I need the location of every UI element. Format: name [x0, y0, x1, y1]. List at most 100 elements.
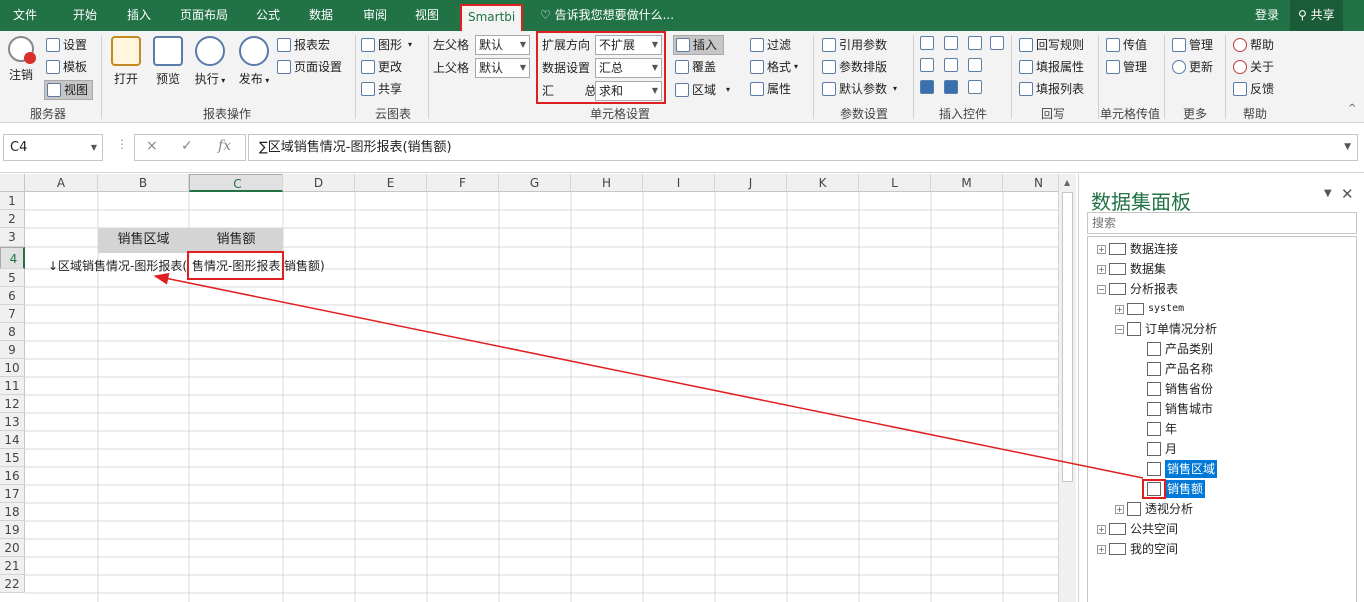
expand-icon[interactable]: + [1097, 524, 1106, 534]
tree-item-my-space[interactable]: + 我的空间 [1097, 540, 1178, 558]
manage-icon [1172, 38, 1186, 52]
cell-c4[interactable]: 售情况-图形报表 [189, 257, 283, 279]
pass-manage-label: 管理 [1123, 60, 1148, 74]
tree-item-field[interactable]: 产品名称 [1147, 360, 1213, 378]
tree-item-field[interactable]: 销售城市 [1147, 400, 1213, 418]
tree-label: 销售额 [1165, 480, 1206, 498]
cell-b4[interactable]: ↓区域销售情况-图形报表( [48, 257, 187, 275]
tree-label: 月 [1165, 442, 1178, 456]
question-icon [1233, 38, 1247, 52]
feedback-label: 反馈 [1250, 82, 1275, 96]
collapse-icon[interactable]: − [1115, 324, 1124, 334]
folder-icon [1109, 243, 1126, 255]
folder-icon [1109, 263, 1126, 275]
panel-menu-icon[interactable]: ▼ [1324, 188, 1332, 199]
grid-lines [25, 192, 1076, 602]
pass-value-button[interactable]: 传值 [1106, 36, 1147, 54]
expand-icon[interactable]: + [1097, 264, 1106, 274]
share-label: 共享 [1310, 8, 1335, 22]
pass-manage-button[interactable]: 管理 [1106, 58, 1147, 76]
tree-label: 透视分析 [1145, 502, 1194, 516]
expand-icon[interactable]: + [1097, 544, 1106, 554]
cell-c3[interactable]: 销售额 [189, 231, 283, 249]
group-divider [1225, 35, 1226, 119]
folder-icon [1109, 523, 1126, 535]
folder-open-icon [1109, 283, 1126, 295]
manage-grid-icon [1106, 60, 1120, 74]
tree-item-public-space[interactable]: + 公共空间 [1097, 520, 1178, 538]
group-label-help: 帮助 [1243, 107, 1268, 121]
tree-item-field-selected[interactable]: 销售区域 [1147, 460, 1218, 478]
folder-icon [1127, 303, 1144, 315]
expand-icon[interactable]: + [1097, 244, 1106, 254]
group-divider [1164, 35, 1165, 119]
tree-item-field-selected[interactable]: 销售额 [1147, 480, 1206, 498]
tree-label: 产品类别 [1165, 342, 1214, 356]
share-button[interactable]: ⚲ 共享 [1290, 0, 1343, 31]
about-button[interactable]: 关于 [1233, 58, 1274, 76]
report-icon [1127, 322, 1141, 336]
report-icon [1127, 502, 1141, 516]
tree-item-field[interactable]: 月 [1147, 440, 1177, 458]
help-button[interactable]: 帮助 [1233, 36, 1274, 54]
field-icon [1147, 462, 1161, 476]
tree-item-dataset[interactable]: + 数据集 [1097, 260, 1166, 278]
update-label: 更新 [1189, 60, 1214, 74]
tree-label: 产品名称 [1165, 362, 1214, 376]
tree-label: 销售区域 [1165, 460, 1218, 478]
tree-label: 分析报表 [1130, 282, 1179, 296]
pass-value-label: 传值 [1123, 38, 1148, 52]
panel-search-input[interactable] [1087, 212, 1357, 234]
dataset-panel: 数据集面板 ▼ ✕ + 数据连接 + 数据集 − 分析报表 + system − 订单情况… [1078, 174, 1364, 602]
tree-label: 年 [1165, 422, 1178, 436]
panel-title: 数据集面板 [1091, 190, 1191, 214]
field-icon [1147, 482, 1161, 496]
about-label: 关于 [1250, 60, 1275, 74]
tree-item-field[interactable]: 年 [1147, 420, 1177, 438]
tree-item-order-analysis[interactable]: − 订单情况分析 [1115, 320, 1217, 338]
vertical-scrollbar[interactable]: ▲ [1058, 174, 1076, 602]
tree-item-analysis-report[interactable]: − 分析报表 [1097, 280, 1178, 298]
tree-label: 销售城市 [1165, 402, 1214, 416]
collapse-ribbon-icon[interactable]: ^ [1348, 103, 1356, 114]
field-icon [1147, 362, 1161, 376]
field-icon [1147, 342, 1161, 356]
tree-label: 数据集 [1130, 262, 1167, 276]
chevron-down-icon: ▼ [1344, 142, 1351, 152]
expand-icon[interactable]: + [1115, 504, 1124, 514]
info-icon [1233, 60, 1247, 74]
tree-item-field[interactable]: 产品类别 [1147, 340, 1213, 358]
scrollbar-thumb[interactable] [1062, 192, 1073, 482]
person-icon: ⚲ [1298, 8, 1311, 22]
help-label: 帮助 [1250, 38, 1275, 52]
tree-item-field[interactable]: 销售省份 [1147, 380, 1213, 398]
user-folder-icon [1109, 543, 1126, 555]
expand-icon[interactable]: + [1115, 304, 1124, 314]
tree-label: 我的空间 [1130, 542, 1179, 556]
scroll-up-icon[interactable]: ▲ [1064, 178, 1070, 187]
pass-value-icon [1106, 38, 1120, 52]
group-label-more: 更多 [1183, 107, 1208, 121]
field-icon [1147, 402, 1161, 416]
tree-label: 销售省份 [1165, 382, 1214, 396]
group-label-cell-pass: 单元格传值 [1100, 107, 1161, 121]
tree-label: 公共空间 [1130, 522, 1179, 536]
cell-b3[interactable]: 销售区域 [98, 231, 189, 249]
more-manage-label: 管理 [1189, 38, 1214, 52]
collapse-icon[interactable]: − [1097, 284, 1106, 294]
more-manage-button[interactable]: 管理 [1172, 36, 1213, 54]
feedback-button[interactable]: 反馈 [1233, 80, 1274, 98]
group-divider [1098, 35, 1099, 119]
tree-item-pivot-analysis[interactable]: + 透视分析 [1115, 500, 1193, 518]
tree-item-system[interactable]: + system [1115, 300, 1184, 318]
refresh-icon [1172, 60, 1186, 74]
login-link[interactable]: 登录 [1255, 0, 1279, 31]
close-icon[interactable]: ✕ [1341, 185, 1354, 203]
tree-label: 数据连接 [1130, 242, 1179, 256]
cell-d4[interactable]: 销售额) [284, 257, 325, 275]
field-icon [1147, 422, 1161, 436]
update-button[interactable]: 更新 [1172, 58, 1213, 76]
tree-label: system [1148, 303, 1185, 314]
field-icon [1147, 442, 1161, 456]
tree-item-data-conn[interactable]: + 数据连接 [1097, 240, 1178, 258]
